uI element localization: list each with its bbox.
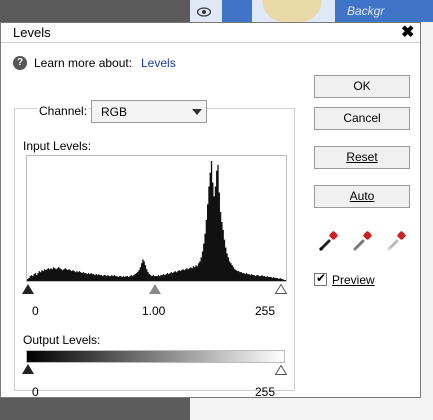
canvas-bottom-strip xyxy=(0,398,190,420)
gray-eyedropper-icon[interactable] xyxy=(351,229,375,253)
cancel-button[interactable]: Cancel xyxy=(314,107,410,130)
output-black-slider[interactable] xyxy=(22,364,34,374)
channel-value: RGB xyxy=(101,105,128,119)
histogram xyxy=(26,155,287,282)
dialog-title: Levels xyxy=(13,25,51,40)
histogram-graph xyxy=(27,160,286,281)
dialog-titlebar[interactable]: Levels ✖ xyxy=(1,23,420,43)
input-white-value[interactable]: 255 xyxy=(255,304,275,318)
levels-dialog: Levels ✖ ? Learn more about: Levels Chan… xyxy=(0,22,421,399)
input-black-value[interactable]: 0 xyxy=(32,304,39,318)
chevron-down-icon xyxy=(192,109,202,115)
visibility-eye-icon[interactable] xyxy=(196,6,212,17)
layer-name-background[interactable]: Backgr xyxy=(335,0,433,22)
checkmark-icon: ✔ xyxy=(316,271,327,285)
preview-checkbox[interactable]: ✔ xyxy=(314,271,327,286)
layer-thumbnail-blue[interactable] xyxy=(222,0,252,22)
white-eyedropper-icon[interactable] xyxy=(385,229,409,253)
canvas-top-strip xyxy=(0,0,190,22)
input-white-slider[interactable] xyxy=(275,284,287,294)
output-black-value[interactable]: 0 xyxy=(32,385,39,399)
output-white-slider[interactable] xyxy=(274,364,288,375)
preview-label[interactable]: Preview xyxy=(332,273,375,287)
close-icon[interactable]: ✖ xyxy=(401,22,414,42)
black-eyedropper-icon[interactable] xyxy=(317,229,341,253)
help-icon: ? xyxy=(13,56,27,70)
output-levels-label: Output Levels: xyxy=(23,333,101,347)
channel-select[interactable]: RGB xyxy=(91,100,207,123)
output-gradient-bar xyxy=(26,350,285,363)
layer-name-text: Backgr xyxy=(347,4,385,18)
input-black-slider[interactable] xyxy=(22,284,34,294)
input-gray-slider[interactable] xyxy=(149,284,161,294)
ok-button[interactable]: OK xyxy=(314,75,410,98)
output-white-value[interactable]: 255 xyxy=(255,385,275,399)
auto-button[interactable]: Auto xyxy=(314,185,410,208)
input-gray-value[interactable]: 1.00 xyxy=(142,304,165,318)
histogram-area xyxy=(27,160,286,281)
help-text: Learn more about: xyxy=(34,56,133,70)
help-link-levels[interactable]: Levels xyxy=(141,56,176,70)
input-levels-label: Input Levels: xyxy=(23,139,92,153)
reset-button[interactable]: Reset xyxy=(314,146,410,169)
channel-label: Channel: xyxy=(37,104,90,118)
